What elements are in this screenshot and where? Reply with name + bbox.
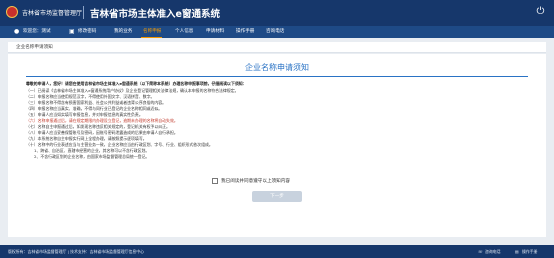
- user-icon: ●: [14, 28, 20, 35]
- top-nav: ● 欢迎您：测试 ▣ 修改密码 我的业务 名称申报 个人信息 申请材料 操作手册…: [0, 26, 554, 38]
- header-divider: [83, 6, 84, 19]
- footer-copyright: 版权所有：吉林省市场监督管理厅 | 技术支持：吉林省市场监督管理厅信息中心: [8, 249, 145, 254]
- nav-item-manual[interactable]: 操作手册: [236, 26, 254, 38]
- title-divider: [26, 76, 528, 77]
- agree-label: 我已阅读并同意遵守以上须知内容: [221, 179, 290, 184]
- notice-line: 2、不含行政区划的企业名称，由国家市场监督管理总局统一登记。: [34, 154, 150, 159]
- header: 吉林省市场监督管理厅 吉林省市场主体准入e窗通系统 ⏻: [0, 0, 554, 26]
- notice-panel: 企业名称申请须知 尊敬的申请人，您好！请您在使用吉林省市场主体准入e窗通系统（以…: [8, 54, 546, 237]
- footer: 版权所有：吉林省市场监督管理厅 | 技术支持：吉林省市场监督管理厅信息中心 ☏ …: [0, 245, 554, 258]
- breadcrumb-label: 企业名称申请须知: [16, 45, 53, 50]
- nav-item-my-business[interactable]: 我的业务: [114, 26, 132, 38]
- system-title: 吉林省市场主体准入e窗通系统: [90, 9, 220, 20]
- nav-item-materials[interactable]: 申请材料: [206, 26, 224, 38]
- phone-icon: ☏: [478, 249, 483, 254]
- footer-hotline-link[interactable]: 咨询电话: [485, 249, 501, 255]
- footer-manual-link[interactable]: 操作手册: [522, 249, 538, 255]
- active-tab-indicator: [141, 37, 162, 38]
- org-name: 吉林省市场监督管理厅: [22, 10, 83, 17]
- next-step-button[interactable]: 下一步: [252, 191, 302, 202]
- agree-checkbox[interactable]: [212, 178, 218, 184]
- nav-item-hotline[interactable]: 咨询电话: [266, 26, 284, 38]
- lock-icon: ▣: [69, 28, 75, 35]
- nav-item-personal-info[interactable]: 个人信息: [175, 26, 193, 38]
- notice-line: 尊敬的申请人，您好！请您在使用吉林省市场主体准入e窗通系统（以下简称本系统）办理…: [26, 81, 247, 86]
- book-icon: ▤: [515, 249, 519, 254]
- change-password-link[interactable]: 修改密码: [78, 26, 96, 38]
- power-icon[interactable]: ⏻: [535, 6, 546, 17]
- emblem-logo-icon: [6, 6, 18, 18]
- page-title: 企业名称申请须知: [245, 63, 309, 72]
- breadcrumb: 企业名称申请须知: [8, 42, 546, 53]
- welcome-text: 欢迎您：测试: [23, 29, 51, 34]
